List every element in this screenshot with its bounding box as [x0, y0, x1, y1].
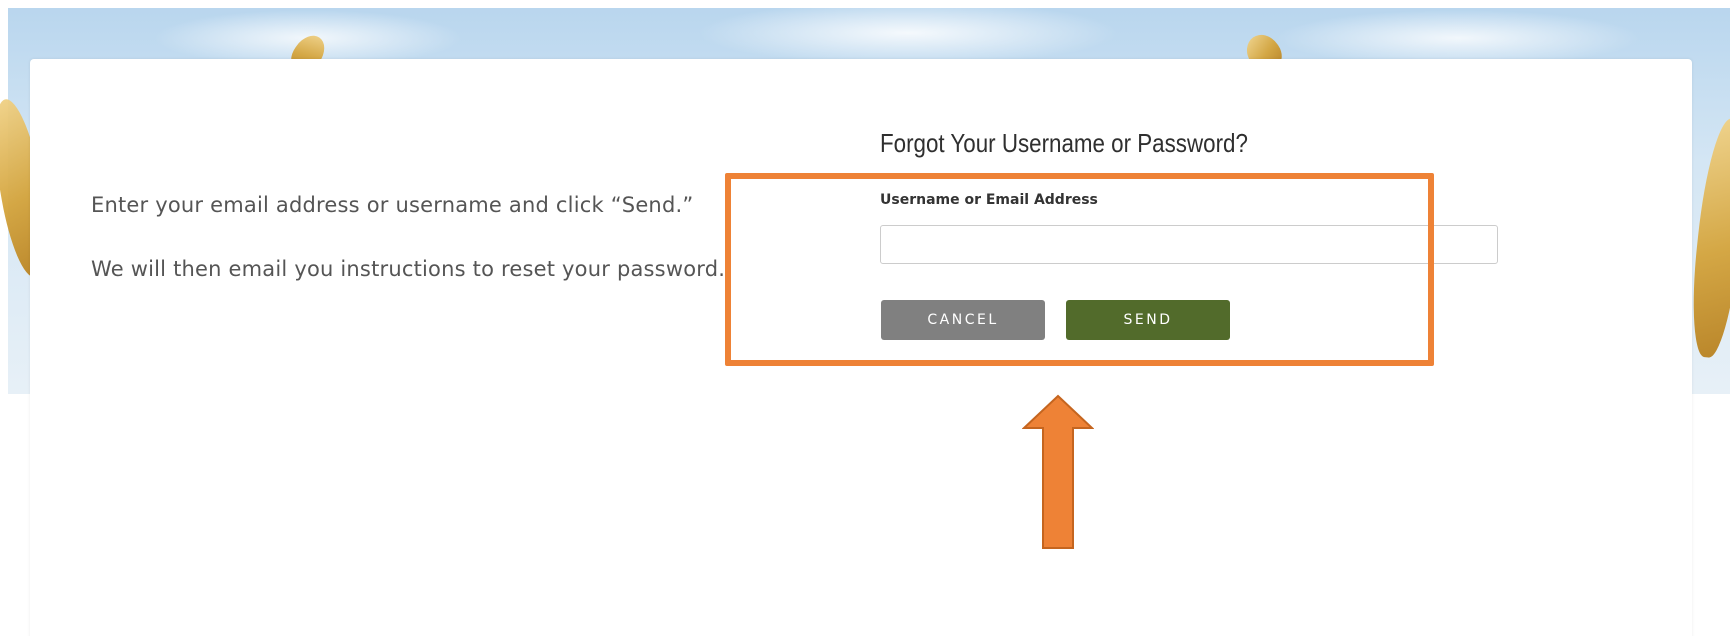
content-card	[30, 59, 1692, 636]
intro-instruction-text: Enter your email address or username and…	[91, 193, 694, 217]
intro-followup-text: We will then email you instructions to r…	[91, 257, 726, 281]
username-email-input[interactable]	[880, 225, 1498, 264]
page-title: Forgot Your Username or Password?	[880, 128, 1248, 158]
page: Enter your email address or username and…	[0, 0, 1730, 636]
wheat-image-right	[1685, 116, 1730, 360]
cancel-button[interactable]: CANCEL	[881, 300, 1045, 340]
username-email-label: Username or Email Address	[880, 192, 1098, 208]
send-button[interactable]: SEND	[1066, 300, 1230, 340]
